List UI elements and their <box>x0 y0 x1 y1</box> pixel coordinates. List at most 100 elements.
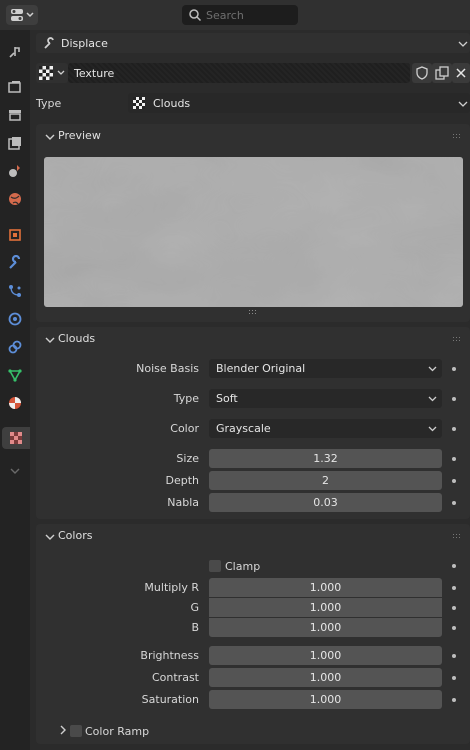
keyframe-dot-icon[interactable] <box>452 564 456 568</box>
multiply-g-field[interactable]: 1.000 <box>209 598 442 617</box>
multiply-r-label: Multiply R <box>144 581 199 594</box>
physics-tab-icon <box>8 312 22 326</box>
multiply-g-label: G <box>190 601 199 614</box>
material-tab-icon <box>9 397 21 409</box>
contrast-field[interactable]: 1.000 <box>209 668 442 687</box>
keyframe-dot-icon[interactable] <box>452 427 456 431</box>
chevron-down-icon <box>10 468 20 474</box>
tab-bar-expand[interactable] <box>2 460 28 482</box>
modifier-tab-icon <box>44 37 54 49</box>
duplicate-icon <box>435 66 449 80</box>
multiply-r-field[interactable]: 1.000 <box>209 578 442 597</box>
drag-handle-icon[interactable] <box>452 133 462 139</box>
preview-panel-title: Preview <box>58 129 101 142</box>
duplicate-texture-button[interactable] <box>432 63 452 83</box>
shield-icon <box>416 66 428 80</box>
unlink-texture-button[interactable] <box>452 63 470 83</box>
properties-editor-icon <box>11 9 34 21</box>
texture-type-label: Type <box>36 97 62 110</box>
brightness-field[interactable]: 1.000 <box>209 646 442 665</box>
modifier-name: Displace <box>61 37 108 50</box>
chevron-down-icon <box>45 534 55 540</box>
noise-basis-dropdown[interactable]: Blender Original <box>209 359 442 378</box>
clamp-checkbox[interactable] <box>209 560 221 572</box>
texture-browse-button[interactable] <box>36 63 68 83</box>
tab-physics[interactable] <box>2 308 28 330</box>
multiply-b-field[interactable]: 1.000 <box>209 618 442 637</box>
texture-name-field[interactable]: Texture <box>68 63 410 83</box>
color-ramp-checkbox[interactable] <box>70 725 82 737</box>
modifier-selector[interactable]: Displace <box>36 33 470 53</box>
colors-panel-title: Colors <box>58 529 93 542</box>
nabla-label: Nabla <box>167 496 199 509</box>
tab-particles[interactable] <box>2 280 28 302</box>
keyframe-dot-icon[interactable] <box>452 479 456 483</box>
keyframe-dot-icon[interactable] <box>452 654 456 658</box>
constraints-tab-icon <box>8 340 22 354</box>
tab-world[interactable] <box>2 188 28 210</box>
tab-texture[interactable] <box>2 427 30 449</box>
editor-type-button[interactable] <box>6 5 38 25</box>
chevron-down-icon <box>428 396 437 402</box>
texture-tab-icon <box>10 432 22 444</box>
tab-render[interactable] <box>2 76 28 98</box>
brightness-label: Brightness <box>140 649 199 662</box>
keyframe-dot-icon[interactable] <box>452 698 456 702</box>
tool-tab-icon <box>9 47 20 58</box>
keyframe-dot-icon[interactable] <box>452 457 456 461</box>
chevron-right-icon[interactable] <box>59 725 67 735</box>
color-ramp-label[interactable]: Color Ramp <box>85 725 149 738</box>
preview-resize-handle[interactable] <box>248 309 258 315</box>
keyframe-dot-icon[interactable] <box>452 676 456 680</box>
tab-object[interactable] <box>2 224 28 246</box>
drag-handle-icon[interactable] <box>452 336 462 342</box>
tab-output[interactable] <box>2 104 28 126</box>
clamp-label: Clamp <box>225 560 261 573</box>
cloud-color-label: Color <box>170 422 199 435</box>
texture-type-dropdown[interactable]: Clouds <box>128 93 470 113</box>
tab-modifier[interactable] <box>2 252 28 274</box>
checker-texture-icon <box>39 66 53 80</box>
tab-tool[interactable] <box>2 41 28 63</box>
colors-panel-header[interactable]: Colors <box>36 524 470 548</box>
texture-type-value: Clouds <box>153 97 191 110</box>
tab-scene[interactable] <box>2 160 28 182</box>
keyframe-dot-icon[interactable] <box>452 397 456 401</box>
tab-view-layer[interactable] <box>2 132 28 154</box>
saturation-label: Saturation <box>141 693 199 706</box>
search-input[interactable]: Search <box>182 5 298 25</box>
clouds-panel-header[interactable]: Clouds <box>36 327 470 351</box>
scene-tab-icon <box>9 165 20 177</box>
chevron-down-icon <box>458 101 468 107</box>
data-tab-icon <box>8 369 22 382</box>
drag-handle-icon[interactable] <box>452 533 462 539</box>
chevron-down-icon <box>428 366 437 372</box>
keyframe-dot-icon[interactable] <box>452 501 456 505</box>
texture-name: Texture <box>74 67 115 80</box>
tab-data[interactable] <box>2 364 28 386</box>
noise-basis-label: Noise Basis <box>136 362 199 375</box>
search-icon <box>189 9 202 22</box>
preview-panel: Preview <box>36 124 470 322</box>
cloud-type-dropdown[interactable]: Soft <box>209 389 442 408</box>
tab-material[interactable] <box>2 392 28 414</box>
preview-panel-header[interactable]: Preview <box>36 124 470 148</box>
keyframe-dot-icon[interactable] <box>452 626 456 630</box>
keyframe-dot-icon[interactable] <box>452 606 456 610</box>
depth-field[interactable]: 2 <box>209 471 442 490</box>
tab-constraints[interactable] <box>2 336 28 358</box>
saturation-field[interactable]: 1.000 <box>209 690 442 709</box>
nabla-field[interactable]: 0.03 <box>209 493 442 512</box>
checker-texture-icon <box>133 97 145 109</box>
keyframe-dot-icon[interactable] <box>452 586 456 590</box>
view-layer-tab-icon <box>8 137 21 150</box>
properties-tab-bar <box>0 30 30 750</box>
keyframe-dot-icon[interactable] <box>452 367 456 371</box>
search-placeholder: Search <box>206 9 244 22</box>
cloud-color-value: Grayscale <box>216 422 271 435</box>
modifier-tab-icon <box>9 255 21 269</box>
fake-user-button[interactable] <box>412 63 432 83</box>
size-field[interactable]: 1.32 <box>209 449 442 468</box>
noise-basis-value: Blender Original <box>216 362 306 375</box>
cloud-color-dropdown[interactable]: Grayscale <box>209 419 442 438</box>
